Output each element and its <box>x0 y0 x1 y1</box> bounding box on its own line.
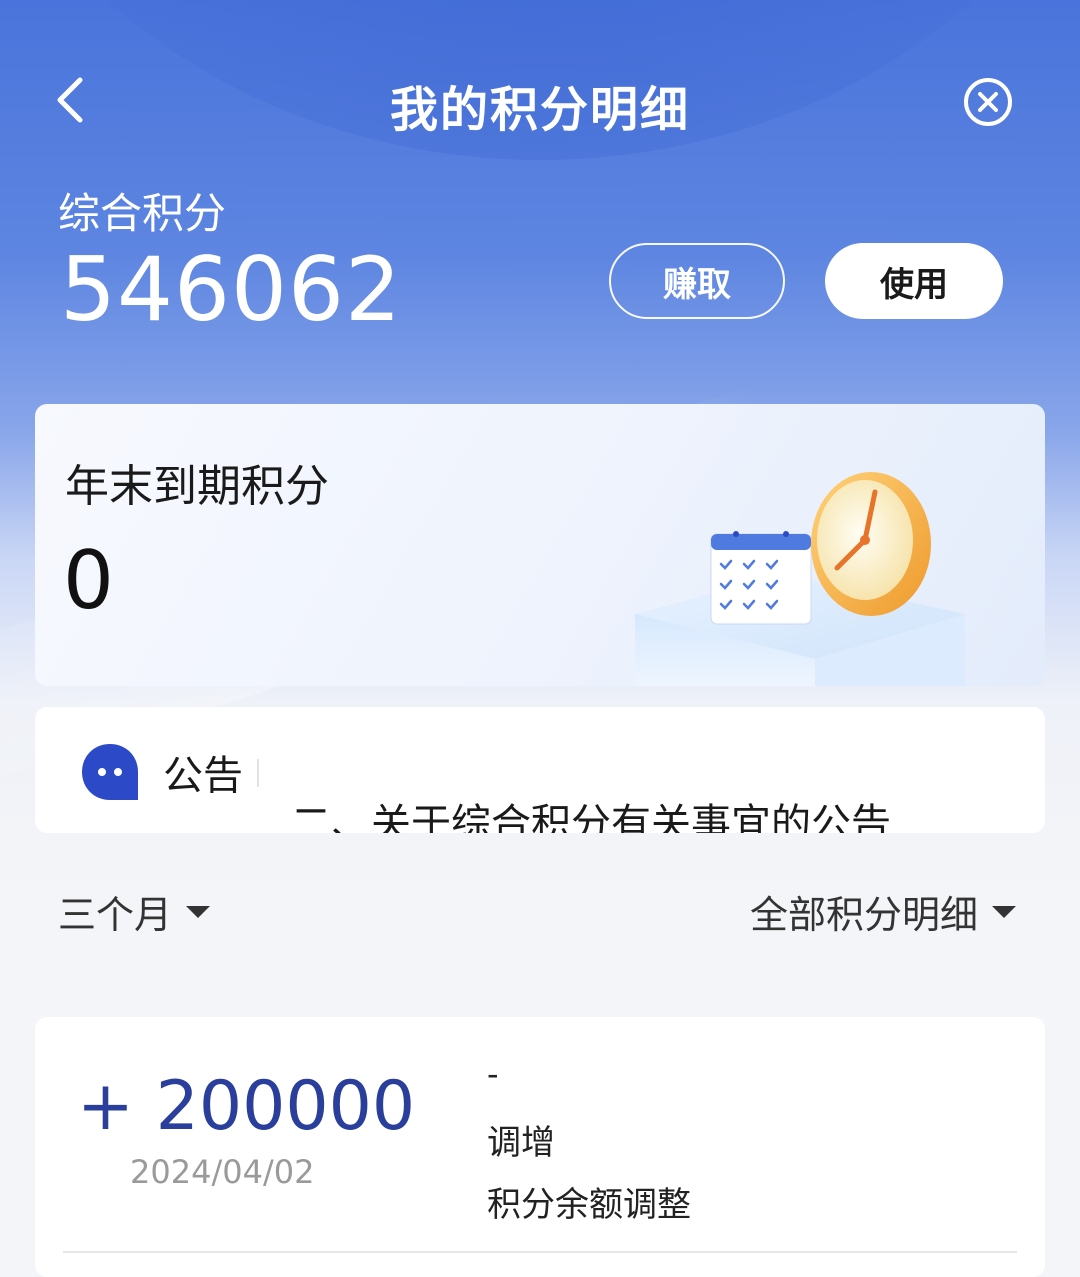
close-button[interactable] <box>962 76 1014 128</box>
page-title: 我的积分明细 <box>389 82 690 138</box>
record-description: 积分余额调整 <box>487 1185 691 1225</box>
record-dash: - <box>487 1055 499 1093</box>
type-filter-dropdown[interactable]: 全部积分明细 <box>750 884 1016 939</box>
notice-divider <box>257 759 259 787</box>
expiry-label: 年末到期积分 <box>65 461 329 512</box>
record-type: 调增 <box>487 1123 555 1163</box>
notice-card[interactable]: 公告 二、关于综合积分有关事宜的公告 <box>35 707 1045 833</box>
close-circle-icon <box>964 78 1012 126</box>
record-amount: + 200000 <box>77 1067 416 1146</box>
caret-down-icon <box>186 905 211 918</box>
period-filter-label: 三个月 <box>58 893 173 937</box>
expiry-card: 年末到期积分 0 <box>35 404 1045 686</box>
type-filter-label: 全部积分明细 <box>749 893 978 937</box>
chat-bubble-icon <box>82 744 138 800</box>
points-label: 综合积分 <box>58 189 227 238</box>
calendar-clock-illustration <box>635 472 965 686</box>
caret-down-icon <box>992 905 1016 918</box>
earn-button[interactable]: 赚取 <box>609 243 785 319</box>
notice-label: 公告 <box>163 753 243 799</box>
record-date: 2024/04/02 <box>130 1153 315 1191</box>
expiry-value: 0 <box>63 534 114 627</box>
record-divider <box>63 1251 1017 1253</box>
list-item[interactable]: + 200000 2024/04/02 - 调增 积分余额调整 <box>35 1017 1045 1277</box>
period-filter-dropdown[interactable]: 三个月 <box>58 884 211 939</box>
notice-text[interactable]: 二、关于综合积分有关事宜的公告 <box>291 791 891 833</box>
points-value: 546062 <box>60 238 402 341</box>
use-button[interactable]: 使用 <box>825 243 1003 319</box>
